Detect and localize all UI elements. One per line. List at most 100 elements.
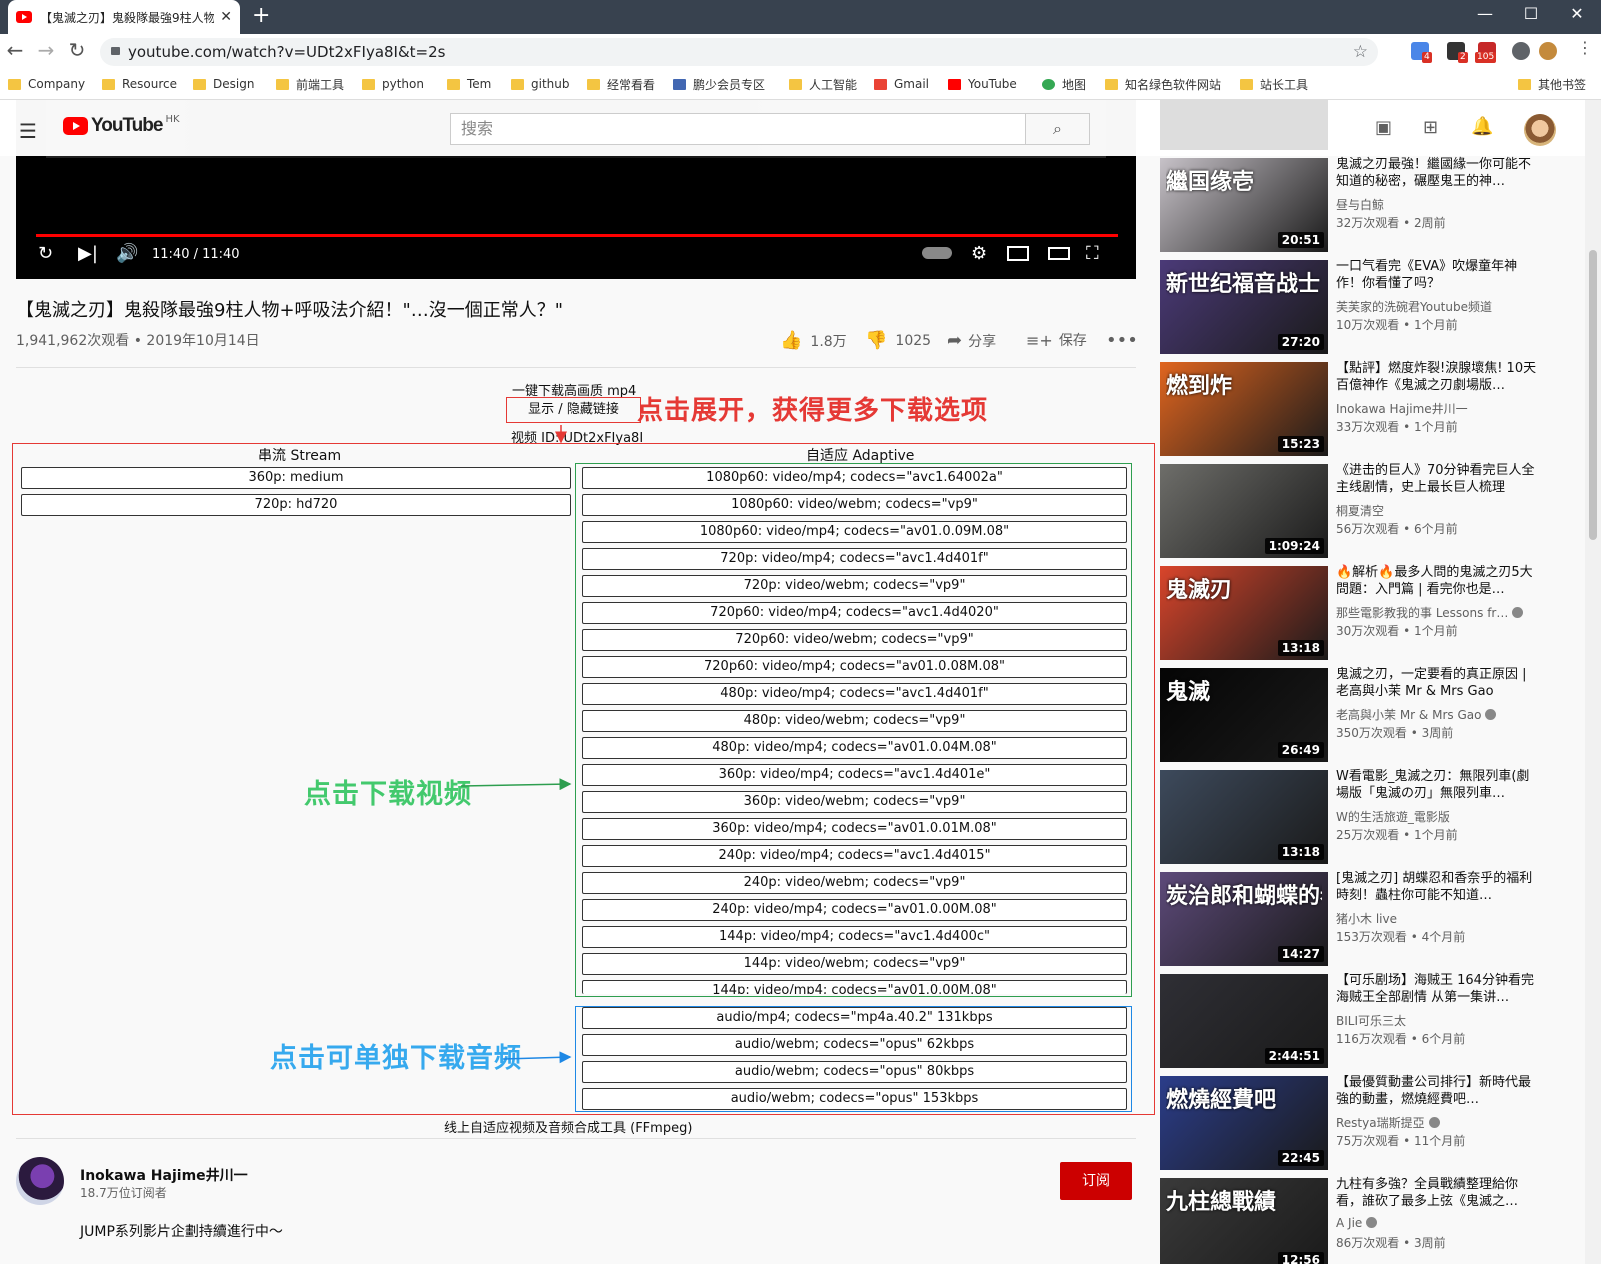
- fullscreen-icon[interactable]: ⛶: [1086, 243, 1099, 264]
- recommendation-item[interactable]: 鬼滅刃 13:18 🔥解析🔥最多人問的鬼滅之刃5大問題：入門篇 | 看完你也是… 那些…: [1160, 564, 1580, 660]
- recommendation-thumbnail[interactable]: 鬼滅刃 13:18: [1160, 566, 1328, 660]
- recommendation-channel[interactable]: 老高與小茉 Mr & Mrs Gao: [1336, 706, 1497, 723]
- adaptive-download-button[interactable]: 360p: video/webm; codecs="vp9": [582, 791, 1127, 813]
- audio-download-button[interactable]: audio/mp4; codecs="mp4a.40.2" 131kbps: [582, 1007, 1127, 1029]
- bookmark-item[interactable]: 知名绿色软件网站: [1105, 73, 1221, 95]
- recommendation-channel[interactable]: 桐夏清空: [1336, 502, 1384, 519]
- autoplay-toggle[interactable]: [922, 247, 952, 259]
- adaptive-download-button[interactable]: 1080p60: video/mp4; codecs="avc1.64002a": [582, 467, 1127, 489]
- bookmark-item[interactable]: Design: [193, 73, 254, 95]
- recommendation-channel[interactable]: 那些電影教我的事 Lessons fr…: [1336, 604, 1524, 621]
- next-icon[interactable]: ▶|: [78, 243, 98, 264]
- hamburger-menu-icon[interactable]: ☰: [19, 119, 37, 143]
- ffmpeg-tool-link[interactable]: 线上自适应视频及音频合成工具 (FFmpeg): [444, 1117, 692, 1136]
- recommendation-item[interactable]: 燃到炸 15:23 【點評】燃度炸裂!淚腺壞焦! 10天百億神作《鬼滅之刃劇場版… I…: [1160, 360, 1580, 456]
- share-button[interactable]: ➦ 分享: [947, 330, 996, 351]
- bookmark-item[interactable]: 站长工具: [1240, 73, 1308, 95]
- scrollbar-thumb[interactable]: [1589, 250, 1597, 540]
- bookmark-item[interactable]: Company: [8, 73, 85, 95]
- new-tab-button[interactable]: +: [252, 3, 270, 28]
- recommendation-item[interactable]: 燃燒經費吧 22:45 【最優質動畫公司排行】新時代最強的動畫，燃燒經費吧… Rest…: [1160, 1075, 1580, 1170]
- adaptive-download-button[interactable]: 144p: video/webm; codecs="vp9": [582, 953, 1127, 975]
- menu-dots-icon[interactable]: ⋮: [1572, 38, 1598, 57]
- apps-grid-icon[interactable]: ⊞: [1423, 117, 1438, 138]
- bookmark-item[interactable]: Resource: [102, 73, 177, 95]
- subscribe-button[interactable]: 订阅: [1060, 1162, 1132, 1200]
- settings-gear-icon[interactable]: ⚙: [971, 243, 987, 264]
- channel-avatar[interactable]: [16, 1157, 64, 1205]
- adaptive-download-button[interactable]: 1080p60: video/webm; codecs="vp9": [582, 494, 1127, 516]
- bookmark-item[interactable]: 经常看看: [587, 73, 655, 95]
- stream-download-button[interactable]: 720p: hd720: [21, 494, 571, 516]
- bookmark-item[interactable]: 地图: [1042, 73, 1086, 95]
- recommendation-title[interactable]: 九柱有多強？全員戰績整理給你看，誰砍了最多上弦《鬼滅之…: [1336, 1176, 1541, 1210]
- adaptive-download-button[interactable]: 720p: video/mp4; codecs="avc1.4d401f": [582, 548, 1127, 570]
- adaptive-download-button[interactable]: 360p: video/mp4; codecs="av01.0.01M.08": [582, 818, 1127, 840]
- recommendation-channel[interactable]: W的生活旅遊_電影版: [1336, 808, 1450, 825]
- minimize-button[interactable]: —: [1462, 0, 1508, 30]
- recommendation-thumbnail[interactable]: 2:44:51: [1160, 974, 1328, 1068]
- back-icon[interactable]: ←: [2, 38, 28, 62]
- recommendation-channel[interactable]: BILI可乐三太: [1336, 1012, 1406, 1029]
- notifications-bell-icon[interactable]: 🔔: [1471, 116, 1493, 137]
- search-input[interactable]: 搜索: [450, 113, 1026, 145]
- adaptive-download-button[interactable]: 240p: video/mp4; codecs="av01.0.00M.08": [582, 899, 1127, 921]
- recommendation-thumbnail[interactable]: 13:18: [1160, 770, 1328, 864]
- adaptive-download-button[interactable]: 720p60: video/mp4; codecs="av01.0.08M.08…: [582, 656, 1127, 678]
- recommendation-item[interactable]: 2:44:51 【可乐剧场】海贼王 164分钟看完海贼王全部剧情 从第一集讲… BI…: [1160, 973, 1580, 1068]
- adaptive-download-button[interactable]: 720p: video/webm; codecs="vp9": [582, 575, 1127, 597]
- maximize-button[interactable]: ☐: [1508, 0, 1554, 30]
- adaptive-download-button[interactable]: 480p: video/mp4; codecs="av01.0.04M.08": [582, 737, 1127, 759]
- recommendation-item[interactable]: 繼国缘壱 20:51 鬼滅之刃最強！繼國緣一你可能不知道的秘密，碾壓鬼王的神… 昼与白…: [1160, 157, 1580, 252]
- more-options-icon[interactable]: •••: [1106, 330, 1138, 351]
- recommendation-item[interactable]: 鬼滅 26:49 鬼滅之刃，一定要看的真正原因 | 老高與小茉 Mr & Mrs G…: [1160, 667, 1580, 762]
- replay-icon[interactable]: ↻: [38, 243, 53, 264]
- recommendation-item[interactable]: 13:18 W看電影_鬼滅之刃：無限列車(劇場版「鬼滅の刃」無限列車… W的生活旅遊…: [1160, 768, 1580, 864]
- adaptive-download-button[interactable]: 240p: video/mp4; codecs="avc1.4d4015": [582, 845, 1127, 867]
- recommendation-title[interactable]: 【點評】燃度炸裂!淚腺壞焦! 10天百億神作《鬼滅之刃劇場版…: [1336, 360, 1541, 394]
- bookmark-item[interactable]: 鹏少会员专区: [673, 73, 765, 95]
- adaptive-download-button[interactable]: 480p: video/webm; codecs="vp9": [582, 710, 1127, 732]
- user-avatar[interactable]: [1524, 114, 1556, 146]
- recommendation-title[interactable]: [鬼滅之刃] 胡蝶忍和香奈乎的福利時刻！蟲柱你可能不知道…: [1336, 870, 1541, 904]
- recommendation-channel[interactable]: 芙芙家的洗碗君Youtube频道: [1336, 298, 1492, 315]
- puzzle-extensions-icon[interactable]: [1512, 42, 1530, 60]
- bookmark-item[interactable]: python: [362, 73, 424, 95]
- recommendation-channel[interactable]: 猪小木 live: [1336, 910, 1397, 927]
- audio-download-button[interactable]: audio/webm; codecs="opus" 153kbps: [582, 1088, 1127, 1110]
- audio-download-button[interactable]: audio/webm; codecs="opus" 80kbps: [582, 1061, 1127, 1083]
- youtube-logo[interactable]: YouTube HK: [63, 114, 180, 137]
- recommendation-title[interactable]: W看電影_鬼滅之刃：無限列車(劇場版「鬼滅の刃」無限列車…: [1336, 768, 1541, 802]
- bookmark-item[interactable]: YouTube: [948, 73, 1017, 95]
- recommendation-thumbnail[interactable]: 燃燒經費吧 22:45: [1160, 1076, 1328, 1170]
- close-tab-icon[interactable]: ✕: [220, 9, 232, 25]
- theater-mode-icon[interactable]: [1048, 247, 1070, 260]
- recommendation-item[interactable]: 新世纪福音战士 27:20 一口气看完《EVA》吹爆童年神作！你看懂了吗？ 芙芙家的洗…: [1160, 259, 1580, 354]
- adaptive-download-button[interactable]: 360p: video/mp4; codecs="avc1.4d401e": [582, 764, 1127, 786]
- adaptive-download-button[interactable]: 240p: video/webm; codecs="vp9": [582, 872, 1127, 894]
- address-bar[interactable]: youtube.com/watch?v=UDt2xFIya8I&t=2s ☆: [100, 38, 1378, 66]
- bookmark-item[interactable]: Gmail: [874, 73, 929, 95]
- other-bookmarks[interactable]: 其他书签: [1518, 73, 1586, 95]
- recommendation-item[interactable]: 九柱總戰績 12:56 九柱有多強？全員戰績整理給你看，誰砍了最多上弦《鬼滅之… A …: [1160, 1176, 1580, 1264]
- miniplayer-icon[interactable]: [1007, 246, 1029, 261]
- bookmark-item[interactable]: Tem: [447, 73, 491, 95]
- save-button[interactable]: ≡+ 保存: [1026, 330, 1087, 350]
- adaptive-download-button[interactable]: 720p60: video/mp4; codecs="avc1.4d4020": [582, 602, 1127, 624]
- recommendation-channel[interactable]: Inokawa Hajime井川一: [1336, 400, 1468, 417]
- recommendation-channel[interactable]: A Jie: [1336, 1216, 1378, 1230]
- recommendation-thumbnail[interactable]: 1:09:24: [1160, 464, 1328, 558]
- recommendation-thumbnail[interactable]: [1160, 100, 1328, 150]
- adaptive-download-button[interactable]: 144p: video/mp4; codecs="avc1.4d400c": [582, 926, 1127, 948]
- profile-avatar[interactable]: [1539, 42, 1557, 60]
- forward-icon[interactable]: →: [33, 38, 59, 62]
- show-hide-links-button[interactable]: 显示 / 隐藏链接: [506, 397, 641, 423]
- search-button[interactable]: ⌕: [1025, 113, 1090, 145]
- browser-tab[interactable]: 【鬼滅之刃】鬼殺隊最強9柱人物 ✕: [8, 0, 240, 34]
- recommendation-thumbnail[interactable]: 九柱總戰績 12:56: [1160, 1178, 1328, 1264]
- volume-icon[interactable]: 🔊: [116, 243, 138, 264]
- bookmark-item[interactable]: 前端工具: [276, 73, 344, 95]
- recommendation-thumbnail[interactable]: 燃到炸 15:23: [1160, 362, 1328, 456]
- recommendation-title[interactable]: 🔥解析🔥最多人問的鬼滅之刃5大問題：入門篇 | 看完你也是…: [1336, 564, 1541, 598]
- bookmark-star-icon[interactable]: ☆: [1353, 38, 1368, 66]
